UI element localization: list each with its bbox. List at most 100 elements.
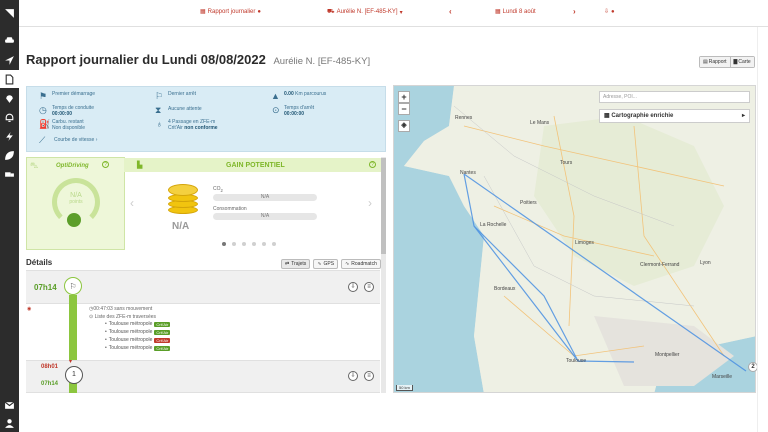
bell-icon[interactable] [0,108,19,126]
panel-arrow-icon: ▸ [741,113,745,119]
map-view-button[interactable]: ▇ Carte [729,57,754,67]
next-day-button[interactable]: › [573,7,576,16]
stop-menu-button[interactable]: ≡ [364,371,374,381]
speed-curve-label: Courbe de vitesse [54,137,95,143]
zfe-name: Toulouse métropole [108,337,153,343]
speed-curve-link[interactable]: Courbe de vitesse › [54,137,97,143]
carousel-dot[interactable] [252,242,256,246]
city-label: Clermont-Ferrand [640,262,680,268]
city-label: Toulouse [566,358,587,364]
map-view-label: Carte [738,59,751,65]
map-pin-icon[interactable] [0,89,19,107]
start-time: 07h14 [34,283,57,292]
view-toggle: ▤ Rapport ▇ Carte [699,56,755,68]
conso-label: Consommation [213,206,247,212]
filter-gps[interactable]: ∿ GPS [313,259,339,269]
roadmatch-icon: ∿ [345,261,350,267]
enriched-mapping-panel[interactable]: ▦ Cartographie enrichie ▸ [599,109,750,123]
co2-subscript: 2 [220,188,223,193]
daily-report-label: Rapport journalier [207,8,256,15]
conso-bar: N/A [213,213,317,220]
drive-time-value: 00:00:00 [52,111,73,117]
score-value: N/A [70,192,82,199]
map-scale: 50 km [396,385,413,391]
city-label: Lyon [700,260,711,266]
calendar-icon: ▦ [200,9,206,15]
filter-roadmatch[interactable]: ∿ Roadmatch [341,259,381,269]
download-stop-button[interactable]: ⇩ [348,371,358,381]
eye-icon[interactable]: ◉ [27,305,31,313]
zfe-list-item: • Toulouse métropole Crit'Air [105,321,171,327]
car-icon[interactable] [0,31,19,49]
previous-day-button[interactable]: ‹ [449,7,452,16]
mail-icon[interactable] [0,396,19,414]
distance-value: 0.00 [284,91,294,97]
idle-event: ◷00:47:03 sans mouvement [89,306,153,312]
download-segment-button[interactable]: ⇩ [348,282,358,292]
zfe-list-text: Liste des ZFE-m traversées [94,314,156,320]
trips-icon: ⇄ [285,261,290,267]
critair-badge: Crit'Air [154,329,171,335]
date-selector[interactable]: ▦ Lundi 8 août [495,8,536,16]
gain-help-icon[interactable]: ? [369,161,376,168]
stop-time-value: 00:00:00 [284,111,305,117]
optidriving-help-icon[interactable]: ? [102,161,109,168]
flag-icon: ⚑ [39,91,48,101]
caret-down-icon: ▾ [399,9,403,16]
score-readout: N/A points [56,192,96,206]
map-view[interactable] [393,85,756,393]
logo-icon[interactable] [0,4,19,22]
map-search-input[interactable]: Adresse, POI... [599,91,750,103]
truck-icon[interactable] [0,165,19,183]
filter-gps-label: GPS [323,261,335,267]
details-filters: ⇄ Trajets ∿ GPS ∿ Roadmatch [281,259,381,269]
carousel-dot[interactable] [262,242,266,246]
carousel-dot[interactable] [232,242,236,246]
zfe-status: non conforme [184,125,218,131]
driver-selector[interactable]: ⛟ Aurélie N. [EF-485-KY] ▾ [327,8,403,16]
lightning-icon[interactable] [0,127,19,145]
speed-chart-icon: ⟋ [39,135,46,145]
leaf-icon[interactable] [0,146,19,164]
zfe-list-item: • Toulouse métropole Crit'Air [105,329,171,335]
calendar-small-icon: ▦ [495,9,501,15]
distance-unit: Km parcourus [295,91,327,97]
drive-time: Temps de conduite 00:00:00 [52,105,94,117]
city-label: Le Mans [530,120,550,126]
zoom-in-button[interactable]: + [398,91,410,103]
segment-menu-button[interactable]: ≡ [364,282,374,292]
zfe-critair: Crit'Air [168,125,183,131]
layers-icon[interactable]: ◈ [398,120,410,132]
right-edge [757,27,768,432]
zfe-list-item: • Toulouse métropole Crit'Air [105,345,171,351]
timeline-line [69,295,77,362]
critair-badge: Crit'Air [154,337,171,343]
critair-badge: Crit'Air [154,321,171,327]
report-view-button[interactable]: ▤ Rapport [700,57,730,67]
chevron-right-icon[interactable]: › [368,196,372,210]
city-label: Tours [560,160,573,166]
filter-trips[interactable]: ⇄ Trajets [281,259,311,269]
zoom-out-button[interactable]: − [398,103,410,115]
stop-number-badge[interactable]: 1 [65,366,83,384]
carousel-dot[interactable] [242,242,246,246]
chevron-left-icon[interactable]: ‹ [130,196,134,210]
fuel-value: Non disponible [52,125,86,131]
document-icon[interactable] [0,70,19,88]
optidriving-title: OptiDriving [56,163,89,169]
distance-readout: 0.00 Km parcourus [284,91,326,97]
user-icon[interactable] [0,414,19,432]
enriched-mapping-label: Cartographie enrichie [611,113,674,119]
gps-icon: ∿ [317,261,322,267]
export-button[interactable]: ⇩ ● [604,8,615,16]
filter-roadmatch-label: Roadmatch [351,261,377,267]
panel-scrollbar-thumb[interactable] [381,158,386,254]
gain-title: GAIN POTENTIEL [226,162,285,169]
co2-label: CO2 [213,186,223,193]
carousel-dot[interactable] [272,242,276,246]
location-arrow-icon[interactable] [0,51,19,69]
carousel-dot[interactable] [222,242,226,246]
daily-report-link[interactable]: ▦ Rapport journalier ● [200,8,261,16]
details-heading: Détails [26,258,53,267]
city-label: La Rochelle [480,222,507,228]
